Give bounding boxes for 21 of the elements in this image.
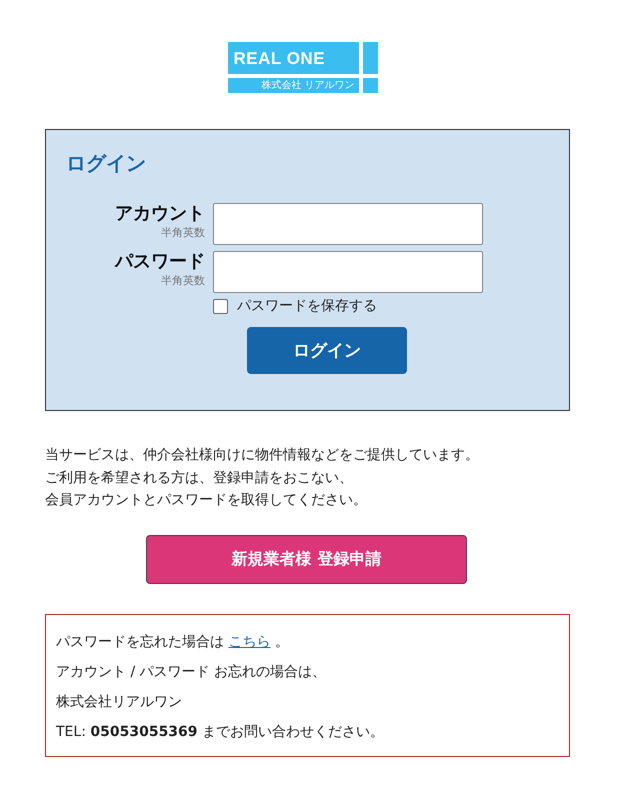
field-hint: 半角英数	[161, 273, 205, 289]
reset-link[interactable]: こちら	[228, 634, 270, 650]
remember-checkbox[interactable]	[213, 298, 228, 314]
field-label: アカウント	[115, 203, 205, 225]
help-text: パスワードを忘れた場合は こちら 。	[56, 632, 290, 652]
intro-text: 当サービスは、仲介会社様向けに物件情報などをご提供しています。	[45, 446, 480, 465]
input-field[interactable]	[213, 251, 483, 293]
login-button[interactable]: ログイン	[247, 327, 407, 374]
help-text: TEL: 05053055369 までお問い合わせください。	[56, 722, 385, 742]
help-text: 株式会社リアルワン	[56, 692, 183, 712]
logo-title: REAL ONE	[228, 42, 358, 74]
register-button[interactable]: 新規業者様 登録申請	[146, 534, 467, 584]
field-label: パスワード	[115, 251, 205, 273]
input-field[interactable]	[213, 203, 483, 245]
field-hint: 半角英数	[161, 225, 205, 241]
help-text: アカウント / パスワード お忘れの場合は、	[56, 662, 328, 682]
remember-label: パスワードを保存する	[237, 297, 377, 315]
logo-subtitle: 株式会社 リアルワン	[261, 80, 354, 92]
login-title: ログイン	[66, 150, 147, 177]
intro-text: ご利用を希望される方は、登録申請をおこない、	[45, 468, 354, 488]
intro-text: 会員アカウントとパスワードを取得してください。	[45, 491, 368, 510]
